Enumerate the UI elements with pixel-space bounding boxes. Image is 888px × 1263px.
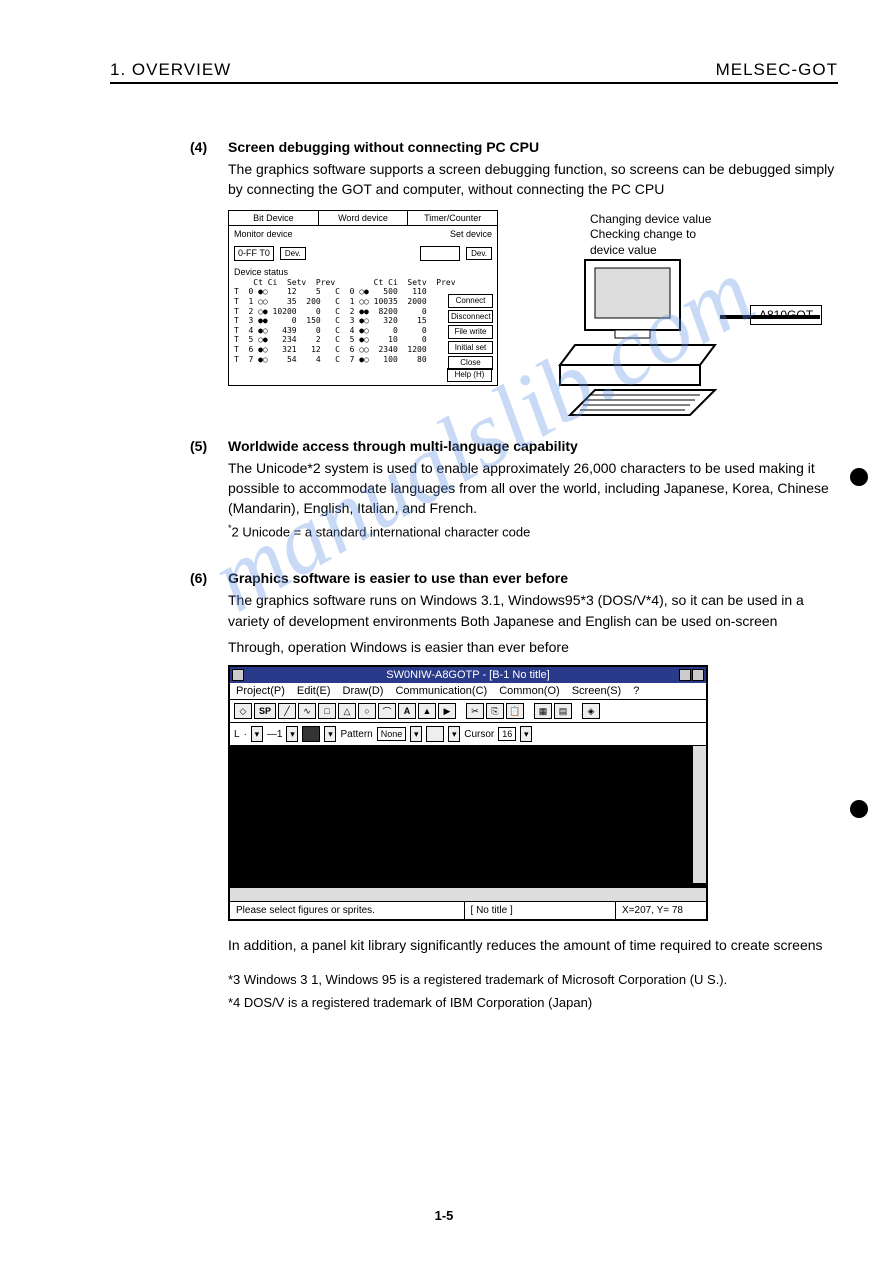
tool-grid2-icon[interactable]: ▤ [554, 703, 572, 719]
section-6: (6) Graphics software is easier to use t… [190, 570, 838, 1012]
help-button[interactable]: Help (H) [447, 368, 492, 382]
menu-edit[interactable]: Edit(E) [297, 685, 331, 697]
prop-l: L [234, 729, 240, 740]
sec4-body: The graphics software supports a screen … [228, 159, 838, 200]
header-right: MELSEC-GOT [716, 60, 838, 80]
prop-color-icon[interactable] [302, 726, 320, 742]
drawing-canvas[interactable] [230, 746, 706, 901]
titlebar-text: SW0NIW-A8GOTP - [B-1 No title] [386, 669, 549, 681]
device-status-label: Device status [234, 267, 492, 278]
tool-line-icon[interactable]: ╱ [278, 703, 296, 719]
sec4-num: (4) [190, 139, 218, 155]
tool-arc-icon[interactable]: ⌒ [378, 703, 396, 719]
property-bar: L · ▾ —1 ▾ ▾ Pattern None ▾ ▾ Cursor 16 … [230, 723, 706, 746]
status-header: Ct Ci Setv Prev Ct Ci Setv Prev [234, 278, 492, 288]
sec6-body1: The graphics software runs on Windows 3.… [228, 590, 838, 631]
trademark-2: *4 DOS/V is a registered trademark of IB… [228, 993, 838, 1013]
tool-icon[interactable]: ◇ [234, 703, 252, 719]
file-write-button[interactable]: File write [448, 325, 493, 339]
titlebar: SW0NIW-A8GOTP - [B-1 No title] [230, 667, 706, 683]
statusbar: Please select figures or sprites. [ No t… [230, 901, 706, 919]
computer-icon [540, 250, 730, 430]
status-coordinates: X=207, Y= 78 [616, 902, 706, 919]
status-document: [ No title ] [465, 902, 616, 919]
horizontal-scrollbar[interactable] [230, 887, 706, 901]
sec5-title: Worldwide access through multi-language … [228, 438, 578, 454]
dev-button-1[interactable]: Dev. [280, 247, 306, 261]
menu-communication[interactable]: Communication(C) [395, 685, 487, 697]
monitor-device-label: Monitor device [234, 229, 293, 240]
dev-button-2[interactable]: Dev. [466, 247, 492, 261]
tab-bit-device[interactable]: Bit Device [229, 211, 319, 226]
tab-timer-counter[interactable]: Timer/Counter [408, 211, 497, 226]
menu-draw[interactable]: Draw(D) [343, 685, 384, 697]
menu-screen[interactable]: Screen(S) [572, 685, 622, 697]
sec5-num: (5) [190, 438, 218, 454]
page-header: 1. OVERVIEW MELSEC-GOT [110, 60, 838, 84]
menubar: Project(P) Edit(E) Draw(D) Communication… [230, 683, 706, 700]
close-button[interactable]: Close [448, 356, 493, 370]
sec6-title: Graphics software is easier to use than … [228, 570, 568, 586]
prop-dropdown-icon[interactable]: ▾ [410, 726, 422, 742]
system-menu-icon[interactable] [232, 669, 244, 681]
menu-project[interactable]: Project(P) [236, 685, 285, 697]
trademark-1: *3 Windows 3 1, Windows 95 is a register… [228, 970, 838, 990]
sec6-num: (6) [190, 570, 218, 586]
sec6-body2: Through, operation Windows is easier tha… [228, 637, 838, 657]
prop-dropdown-icon[interactable]: ▾ [286, 726, 298, 742]
section-4: (4) Screen debugging without connecting … [190, 139, 838, 410]
after-app-text: In addition, a panel kit library signifi… [228, 935, 838, 955]
tool-cut-icon[interactable]: ✂ [466, 703, 484, 719]
status-message: Please select figures or sprites. [230, 902, 465, 919]
prop-dropdown-icon[interactable]: ▾ [251, 726, 263, 742]
page-number: 1-5 [0, 1208, 888, 1223]
toolbar: ◇ SP ╱ ∿ □ △ ○ ⌒ A ▲ ▶ ✂ ⎘ 📋 ▦ ▤ ◈ [230, 700, 706, 723]
set-device-label: Set device [450, 229, 492, 240]
tool-polyline-icon[interactable]: ∿ [298, 703, 316, 719]
prop-pattern-value[interactable]: None [377, 727, 407, 741]
sec5-body: The Unicode*2 system is used to enable a… [228, 458, 838, 519]
tool-sp-icon[interactable]: SP [254, 703, 276, 719]
tool-rect-icon[interactable]: □ [318, 703, 336, 719]
tool-triangle-icon[interactable]: △ [338, 703, 356, 719]
prop-dropdown-icon[interactable]: ▾ [324, 726, 336, 742]
prop-neg1: —1 [267, 729, 283, 740]
minimize-icon[interactable] [679, 669, 691, 681]
menu-help[interactable]: ? [633, 685, 639, 697]
tool-paste-icon[interactable]: 📋 [506, 703, 524, 719]
prop-cursor-label: Cursor [464, 729, 494, 740]
set-device-input[interactable] [420, 246, 460, 261]
app-window: SW0NIW-A8GOTP - [B-1 No title] Project(P… [228, 665, 708, 921]
a810got-label: A810GOT [750, 305, 822, 325]
initial-set-button[interactable]: Initial set [448, 341, 493, 355]
tool-text-icon[interactable]: A [398, 703, 416, 719]
prop-pattern-label: Pattern [340, 729, 372, 740]
disconnect-button[interactable]: Disconnect [448, 310, 493, 324]
tool-fill-icon[interactable]: ▲ [418, 703, 436, 719]
maximize-icon[interactable] [692, 669, 704, 681]
tool-misc-icon[interactable]: ◈ [582, 703, 600, 719]
prop-color2-icon[interactable] [426, 726, 444, 742]
section-5: (5) Worldwide access through multi-langu… [190, 438, 838, 543]
monitor-device-input[interactable]: 0-FF T0 [234, 246, 274, 261]
sec4-title: Screen debugging without connecting PC C… [228, 139, 539, 155]
hole-punch-icon [850, 800, 868, 818]
tool-copy-icon[interactable]: ⎘ [486, 703, 504, 719]
vertical-scrollbar[interactable] [692, 746, 706, 883]
menu-common[interactable]: Common(O) [499, 685, 560, 697]
tool-pointer-icon[interactable]: ▶ [438, 703, 456, 719]
prop-dropdown-icon[interactable]: ▾ [520, 726, 532, 742]
debug-window: Bit Device Word device Timer/Counter Mon… [228, 210, 498, 386]
prop-dropdown-icon[interactable]: ▾ [448, 726, 460, 742]
prop-cursor-value[interactable]: 16 [498, 727, 516, 741]
tab-word-device[interactable]: Word device [319, 211, 409, 226]
tool-circle-icon[interactable]: ○ [358, 703, 376, 719]
hole-punch-icon [850, 468, 868, 486]
header-left: 1. OVERVIEW [110, 60, 231, 80]
sec5-note: 2 Unicode = a standard international cha… [232, 525, 531, 540]
tool-grid1-icon[interactable]: ▦ [534, 703, 552, 719]
connect-button[interactable]: Connect [448, 294, 493, 308]
